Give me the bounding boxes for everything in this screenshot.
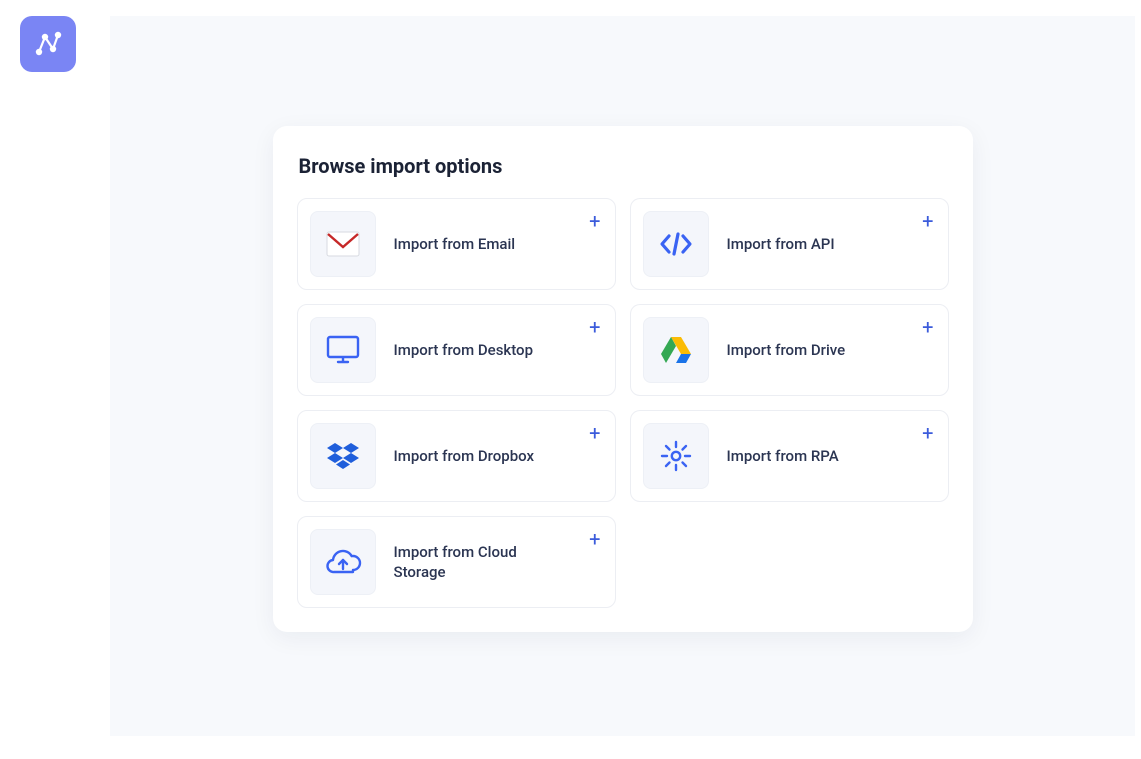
cloud-upload-icon (310, 529, 376, 595)
import-options-grid: Import from Email + Import from API + (297, 198, 949, 608)
gear-icon (643, 423, 709, 489)
import-option-label: Import from API (727, 234, 835, 254)
plus-icon: + (589, 317, 600, 337)
email-icon (310, 211, 376, 277)
import-option-label: Import from Drive (727, 340, 846, 360)
import-option-dropbox[interactable]: Import from Dropbox + (297, 410, 616, 502)
plus-icon: + (922, 211, 933, 231)
plus-icon: + (589, 423, 600, 443)
import-option-drive[interactable]: Import from Drive + (630, 304, 949, 396)
drive-icon (643, 317, 709, 383)
graph-icon (33, 29, 63, 59)
import-option-api[interactable]: Import from API + (630, 198, 949, 290)
dropbox-icon (310, 423, 376, 489)
import-options-panel: Browse import options Import from Email … (273, 126, 973, 632)
desktop-icon (310, 317, 376, 383)
import-option-desktop[interactable]: Import from Desktop + (297, 304, 616, 396)
sidebar (0, 0, 110, 759)
import-option-label: Import from Desktop (394, 340, 534, 360)
import-option-label: Import from Dropbox (394, 446, 535, 466)
import-option-label: Import from Email (394, 234, 516, 254)
main-area: Browse import options Import from Email … (110, 16, 1135, 736)
import-option-label: Import from RPA (727, 446, 839, 466)
app-logo[interactable] (20, 16, 76, 72)
plus-icon: + (922, 423, 933, 443)
import-option-cloudstorage[interactable]: Import from Cloud Storage + (297, 516, 616, 608)
import-option-label: Import from Cloud Storage (394, 542, 544, 583)
plus-icon: + (589, 211, 600, 231)
panel-title: Browse import options (297, 154, 949, 178)
import-option-email[interactable]: Import from Email + (297, 198, 616, 290)
import-option-rpa[interactable]: Import from RPA + (630, 410, 949, 502)
api-icon (643, 211, 709, 277)
plus-icon: + (922, 317, 933, 337)
plus-icon: + (589, 529, 600, 549)
